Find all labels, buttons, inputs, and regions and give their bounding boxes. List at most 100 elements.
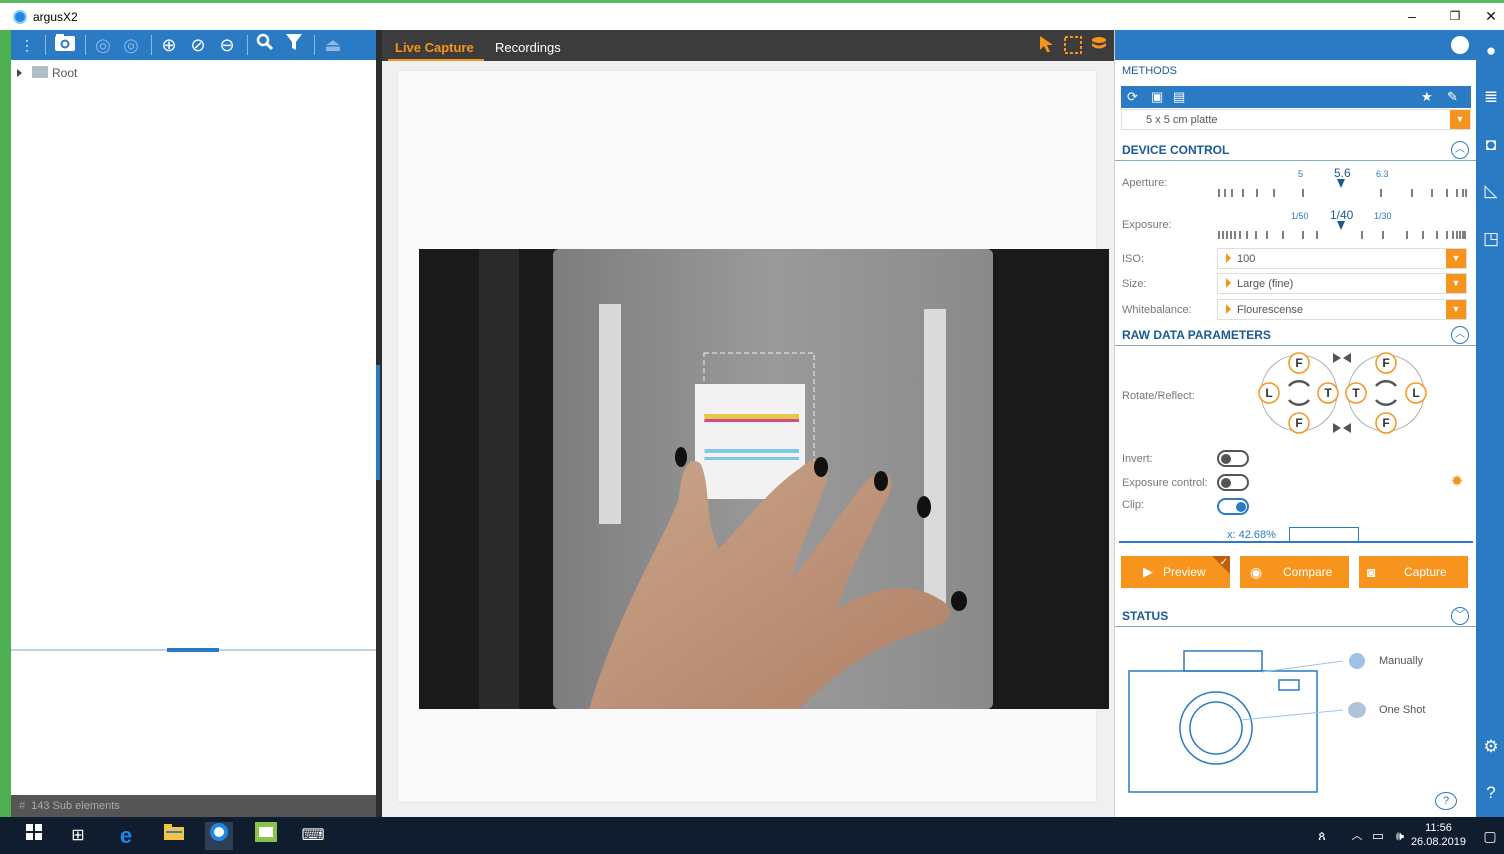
chevron-down-icon[interactable]: ▼ xyxy=(1446,300,1466,319)
user-icon[interactable]: ● xyxy=(1480,40,1502,62)
window-titlebar: argusX2 – ❐ ✕ xyxy=(0,0,1504,30)
camera-icon[interactable]: ◘ xyxy=(1480,134,1502,156)
rotate-reflect-control[interactable]: F F F F L T T L xyxy=(1255,348,1435,438)
preview-button[interactable]: ▶ Preview ✓ xyxy=(1121,556,1230,588)
iso-select[interactable]: 100 ▼ xyxy=(1217,248,1467,269)
aperture-slider[interactable]: 5 5.6 6.3 xyxy=(1217,166,1467,202)
upload-icon[interactable]: ⏏ xyxy=(321,33,345,57)
center-panel: Live Capture Recordings xyxy=(382,30,1114,817)
clip-range-box[interactable] xyxy=(1289,527,1359,541)
toggle-knob xyxy=(1221,454,1231,464)
edit-icon[interactable]: ⊘ xyxy=(186,33,210,57)
help-bubble-icon[interactable]: ? xyxy=(1435,792,1457,810)
app-green-icon[interactable] xyxy=(252,822,280,850)
save-as-icon[interactable]: ▤ xyxy=(1173,89,1185,105)
capture-button[interactable]: ◙ Capture xyxy=(1359,556,1468,588)
clock-time: 11:56 xyxy=(1425,822,1452,834)
expand-arrow-icon[interactable] xyxy=(17,69,22,77)
app-logo-icon xyxy=(13,10,27,24)
ruler-icon[interactable]: ◺ xyxy=(1480,180,1502,202)
exposure-control-toggle[interactable] xyxy=(1217,474,1249,491)
chevron-down-icon[interactable]: ▼ xyxy=(1446,274,1466,293)
chevron-down-icon[interactable]: ▼ xyxy=(1450,110,1470,129)
restore-button[interactable]: ❐ xyxy=(1435,5,1475,29)
whitebalance-value: Flourescense xyxy=(1237,304,1304,316)
toolbar-divider xyxy=(151,35,152,55)
collapse-icon[interactable]: ︿ xyxy=(1451,141,1469,159)
aperture-tick: 5.6 xyxy=(1334,166,1351,180)
tree-root-label: Root xyxy=(52,66,78,80)
navigate-back-icon[interactable]: ◎ xyxy=(91,33,115,57)
volume-icon[interactable]: 🕪 xyxy=(1386,822,1414,850)
compare-label: Compare xyxy=(1283,565,1333,579)
check-icon: ✓ xyxy=(1219,557,1228,568)
expand-icon[interactable]: ﹀ xyxy=(1451,607,1469,625)
clip-toggle[interactable] xyxy=(1217,498,1249,515)
task-view-icon[interactable]: ⊞ xyxy=(64,822,92,850)
toggle-knob xyxy=(1221,478,1231,488)
save-icon[interactable]: ▣ xyxy=(1151,89,1163,105)
layers-icon[interactable] xyxy=(1088,35,1110,57)
camera-folder-icon[interactable] xyxy=(53,33,77,57)
play-marker-icon xyxy=(1226,253,1231,263)
compare-button[interactable]: ◉ Compare xyxy=(1240,556,1349,588)
exposure-settings-gear-icon[interactable]: ✹ xyxy=(1449,474,1465,490)
splitter-grip[interactable] xyxy=(376,365,380,480)
right-panel-header xyxy=(1115,30,1477,60)
remove-icon[interactable]: ⊖ xyxy=(215,33,239,57)
camera-status-diagram: Manually One Shot xyxy=(1121,640,1471,800)
star-icon[interactable]: ★ xyxy=(1421,89,1433,105)
tab-recordings[interactable]: Recordings xyxy=(495,40,561,55)
capture-tabs: Live Capture Recordings xyxy=(382,30,1114,61)
settings-gear-icon[interactable]: ⚙ xyxy=(1480,736,1502,758)
method-select[interactable]: 5 x 5 cm platte ▼ xyxy=(1121,109,1471,130)
argusx2-taskbar-icon[interactable] xyxy=(205,822,233,850)
windows-start-icon[interactable] xyxy=(20,822,48,850)
methods-toolbar: ⟳ ▣ ▤ ★ ✎ xyxy=(1121,86,1471,108)
export-icon[interactable]: ◳ xyxy=(1480,228,1502,250)
add-icon[interactable]: ⊕ xyxy=(157,33,181,57)
pencil-icon[interactable]: ✎ xyxy=(1447,89,1458,105)
tab-live-capture[interactable]: Live Capture xyxy=(395,40,474,55)
filter-icon[interactable] xyxy=(282,33,306,57)
eye-toggle-icon[interactable] xyxy=(1451,36,1469,54)
help-icon[interactable]: ? xyxy=(1480,782,1502,804)
keyboard-app-icon[interactable]: ⌨ xyxy=(299,822,327,850)
svg-text:F: F xyxy=(1295,356,1302,370)
people-icon[interactable]: ጰ xyxy=(1308,822,1336,850)
refresh-icon[interactable]: ⟳ xyxy=(1127,89,1138,105)
clock[interactable]: 11:56 26.08.2019 xyxy=(1411,821,1466,849)
close-button[interactable]: ✕ xyxy=(1478,5,1504,29)
notifications-icon[interactable]: ▢ xyxy=(1476,822,1504,850)
tree-root-item[interactable]: Root xyxy=(17,66,77,82)
exposure-tick: 1/30 xyxy=(1374,211,1392,221)
horizontal-splitter[interactable] xyxy=(11,648,376,652)
whitebalance-label: Whitebalance: xyxy=(1122,304,1192,316)
invert-toggle[interactable] xyxy=(1217,450,1249,467)
collapse-icon[interactable]: ︿ xyxy=(1451,326,1469,344)
navigate-forward-icon[interactable]: ◎ xyxy=(119,33,143,57)
exposure-slider[interactable]: 1/50 1/40 1/30 xyxy=(1217,208,1467,244)
svg-text:F: F xyxy=(1382,416,1389,430)
file-explorer-icon[interactable] xyxy=(160,822,188,850)
capture-label: Capture xyxy=(1404,565,1447,579)
select-rectangle-icon[interactable] xyxy=(1062,35,1084,57)
more-vert-icon[interactable]: ⋮ xyxy=(15,33,39,57)
minimize-button[interactable]: – xyxy=(1392,5,1432,29)
search-icon[interactable] xyxy=(253,33,277,57)
exposure-control-label: Exposure control: xyxy=(1122,477,1208,489)
clip-divider xyxy=(1119,541,1473,543)
pointer-icon[interactable] xyxy=(1036,35,1058,57)
toolbar-divider xyxy=(247,35,248,55)
whitebalance-select[interactable]: Flourescense ▼ xyxy=(1217,299,1467,320)
chevron-down-icon[interactable]: ▼ xyxy=(1446,249,1466,268)
play-marker-icon xyxy=(1226,304,1231,314)
raw-data-heading: RAW DATA PARAMETERS xyxy=(1122,328,1271,342)
splitter-grip[interactable] xyxy=(167,648,219,652)
clock-date: 26.08.2019 xyxy=(1410,836,1466,848)
size-select[interactable]: Large (fine) ▼ xyxy=(1217,273,1467,294)
edge-browser-icon[interactable]: e xyxy=(112,822,140,850)
database-icon[interactable]: ≣ xyxy=(1480,86,1502,108)
svg-text:F: F xyxy=(1382,356,1389,370)
live-camera-image[interactable] xyxy=(419,249,1109,709)
